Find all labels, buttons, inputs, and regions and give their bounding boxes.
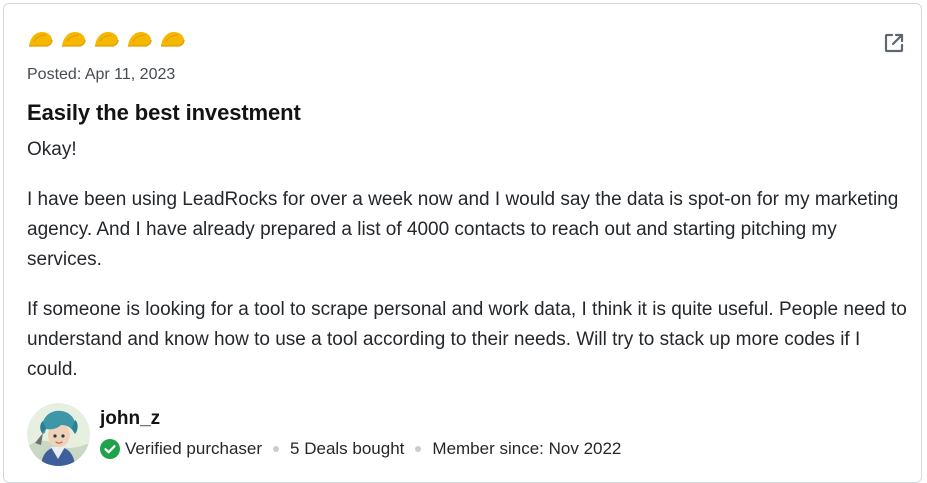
review-paragraph: I have been using LeadRocks for over a w… xyxy=(27,189,899,270)
member-since: Member since: Nov 2022 xyxy=(432,439,622,458)
separator-dot xyxy=(273,446,280,452)
taco-icon xyxy=(62,32,86,47)
verified-purchaser-label: Verified purchaser xyxy=(125,439,263,458)
posted-date: Posted: Apr 11, 2023 xyxy=(27,66,176,83)
taco-icon xyxy=(161,32,185,47)
reviewer-name[interactable]: john_z xyxy=(100,408,621,430)
review-paragraph: If someone is looking for a tool to scra… xyxy=(27,299,907,380)
avatar-image xyxy=(27,403,90,466)
reviewer-info: john_z Verified purchaser 5 Deals bought… xyxy=(27,403,621,466)
avatar[interactable] xyxy=(27,403,90,466)
deals-bought: 5 Deals bought xyxy=(290,439,405,458)
review-card: Posted: Apr 11, 2023 Easily the best inv… xyxy=(3,3,922,483)
review-body: Okay! I have been using LeadRocks for ov… xyxy=(27,135,907,405)
taco-icon xyxy=(95,32,119,47)
separator-dot xyxy=(415,446,422,452)
rating-tacos xyxy=(26,29,186,49)
external-link-icon[interactable] xyxy=(882,31,906,55)
review-paragraph: Okay! xyxy=(27,139,77,160)
check-circle-icon xyxy=(100,439,120,459)
reviewer-details: Verified purchaser 5 Deals bought Member… xyxy=(100,439,621,459)
taco-icon xyxy=(29,32,53,47)
taco-icon xyxy=(128,32,152,47)
review-title: Easily the best investment xyxy=(27,100,301,125)
reviewer-meta: john_z Verified purchaser 5 Deals bought… xyxy=(100,403,621,459)
